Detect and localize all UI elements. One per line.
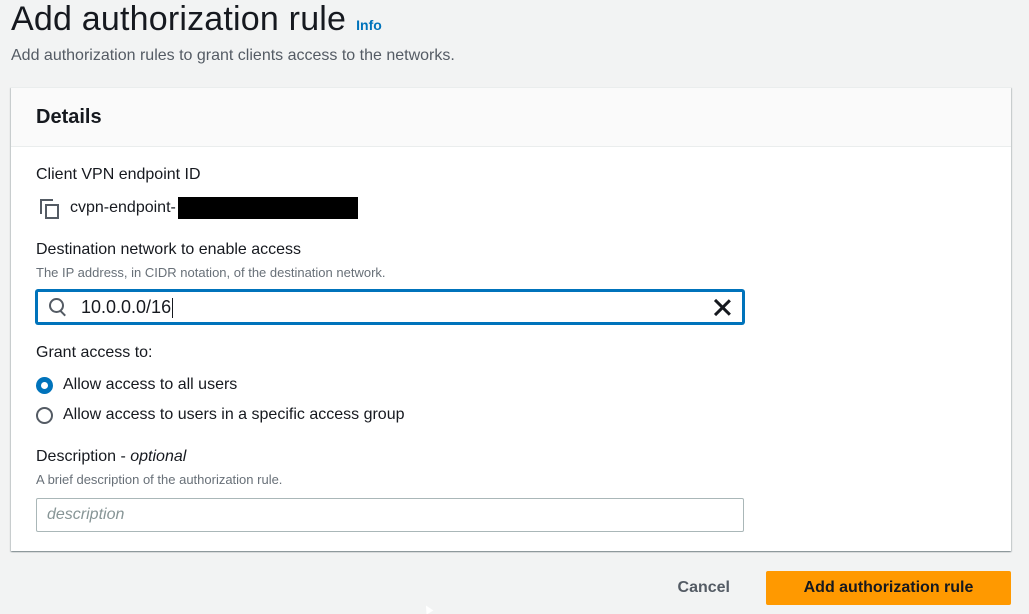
- details-container: Details Client VPN endpoint ID cvpn-endp…: [11, 87, 1011, 551]
- endpoint-value: cvpn-endpoint-: [70, 199, 176, 216]
- page-header: Add authorization rule Info Add authoriz…: [11, 0, 1021, 67]
- radio-specific-group-label: Allow access to users in a specific acce…: [63, 406, 405, 423]
- close-icon[interactable]: [713, 298, 731, 316]
- description-placeholder: description: [47, 506, 125, 523]
- redacted-block: [177, 197, 358, 219]
- radio-all-users-label: Allow access to all users: [63, 376, 238, 393]
- mouse-cursor-icon: [422, 603, 434, 614]
- endpoint-label: Client VPN endpoint ID: [36, 166, 201, 183]
- add-authorization-rule-button[interactable]: Add authorization rule: [766, 571, 1011, 605]
- description-input[interactable]: description: [36, 498, 744, 532]
- grant-access-label: Grant access to:: [36, 344, 153, 361]
- destination-field: Destination network to enable access The…: [36, 239, 386, 282]
- radio-selected-icon[interactable]: [36, 376, 53, 394]
- radio-all-users[interactable]: Allow access to all users: [36, 370, 404, 400]
- cancel-button[interactable]: Cancel: [678, 579, 730, 597]
- grant-access-field: Grant access to: Allow access to all use…: [36, 342, 404, 430]
- description-field: Description - optional A brief descripti…: [36, 446, 282, 489]
- copy-icon[interactable]: [39, 198, 59, 219]
- radio-specific-group[interactable]: Allow access to users in a specific acce…: [36, 400, 404, 430]
- radio-group: Allow access to all users Allow access t…: [36, 370, 404, 430]
- page-title: Add authorization rule: [11, 0, 347, 38]
- endpoint-row: cvpn-endpoint-: [36, 196, 358, 220]
- details-title: Details: [36, 105, 102, 128]
- title-row: Add authorization rule Info: [11, 0, 1021, 40]
- form-actions: Cancel Add authorization rule: [678, 571, 1011, 605]
- details-header: Details: [11, 88, 1011, 147]
- destination-value[interactable]: 10.0.0.0/16: [81, 296, 713, 319]
- description-help: A brief description of the authorization…: [36, 472, 283, 487]
- page-subtitle: Add authorization rules to grant clients…: [11, 47, 455, 64]
- destination-description: The IP address, in CIDR notation, of the…: [36, 265, 386, 280]
- description-label: Description - optional: [36, 448, 187, 465]
- search-icon: [49, 298, 67, 317]
- radio-unselected-icon[interactable]: [36, 406, 53, 424]
- destination-search-input[interactable]: 10.0.0.0/16: [36, 290, 744, 324]
- info-link[interactable]: Info: [356, 17, 382, 33]
- endpoint-field: Client VPN endpoint ID cvpn-endpoint-: [36, 164, 358, 220]
- destination-label: Destination network to enable access: [36, 241, 302, 258]
